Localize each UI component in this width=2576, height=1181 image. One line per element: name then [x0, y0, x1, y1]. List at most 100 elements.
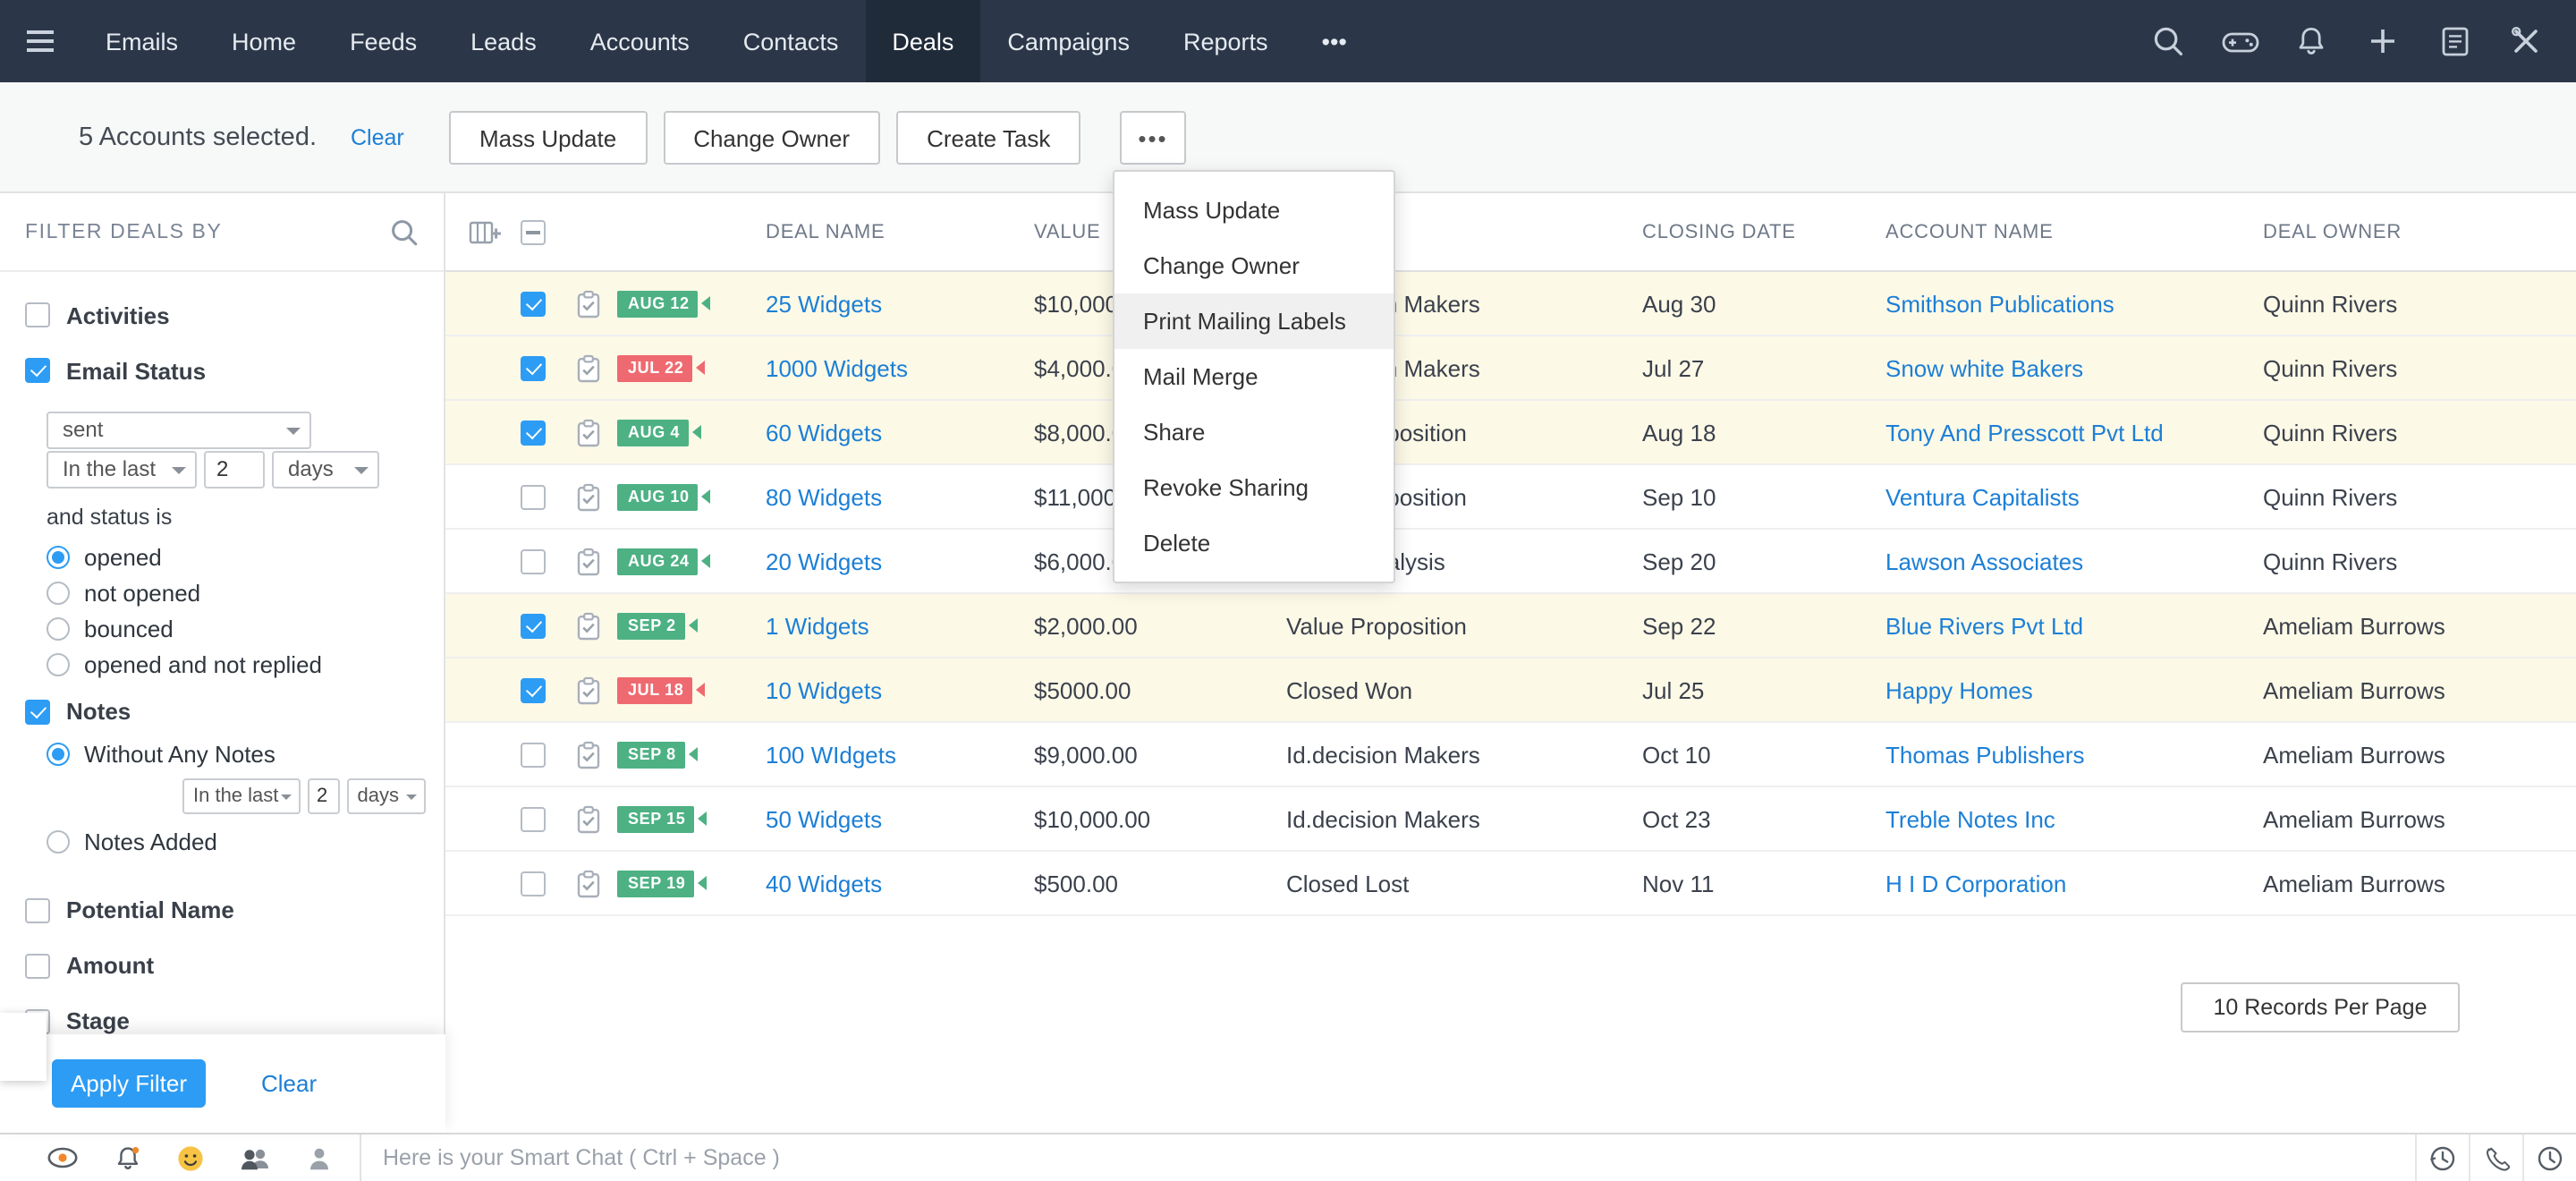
row-checkbox[interactable] [521, 291, 546, 316]
column-header-deal-name[interactable]: DEAL NAME [766, 221, 886, 242]
nav-item-leads[interactable]: Leads [444, 0, 564, 82]
menu-item-delete[interactable]: Delete [1114, 515, 1394, 571]
account-name-link[interactable]: Snow white Bakers [1885, 354, 2083, 381]
email-status-checkbox[interactable] [25, 358, 50, 383]
column-header-account-name[interactable]: ACCOUNT NAME [1885, 221, 2054, 242]
person-icon[interactable] [308, 1146, 331, 1169]
row-checkbox[interactable] [521, 484, 546, 509]
account-name-link[interactable]: Thomas Publishers [1885, 741, 2085, 768]
activities-checkbox[interactable] [25, 302, 50, 327]
nav-item-contacts[interactable]: Contacts [716, 0, 866, 82]
task-icon[interactable] [576, 418, 601, 446]
filter-stage[interactable]: Stage [25, 1007, 426, 1034]
task-icon[interactable] [576, 353, 601, 382]
deal-name-link[interactable]: 25 Widgets [766, 290, 882, 317]
notes-range-unit-select[interactable]: days [346, 777, 426, 813]
deal-name-link[interactable]: 1 Widgets [766, 612, 869, 639]
task-icon[interactable] [576, 289, 601, 318]
nav-item-accounts[interactable]: Accounts [564, 0, 716, 82]
add-column-icon[interactable] [469, 218, 501, 245]
bell-icon[interactable] [2275, 0, 2347, 82]
task-icon[interactable] [576, 740, 601, 769]
radio-option-opened-and-not-replied[interactable]: opened and not replied [47, 650, 426, 677]
filter-potential-name[interactable]: Potential Name [25, 896, 426, 923]
menu-item-print-mailing-labels[interactable]: Print Mailing Labels [1114, 293, 1394, 349]
notes-range-value-input[interactable]: 2 [308, 777, 340, 813]
nav-item-campaigns[interactable]: Campaigns [980, 0, 1157, 82]
deal-name-link[interactable]: 40 Widgets [766, 870, 882, 896]
gamepad-icon[interactable] [2204, 0, 2275, 82]
change-owner-button[interactable]: Change Owner [663, 111, 881, 165]
row-checkbox[interactable] [521, 613, 546, 638]
eye-icon[interactable] [47, 1147, 79, 1168]
account-name-link[interactable]: Ventura Capitalists [1885, 483, 2080, 510]
search-icon[interactable] [2132, 0, 2204, 82]
account-name-link[interactable]: H I D Corporation [1885, 870, 2066, 896]
potential-name-checkbox[interactable] [25, 897, 50, 922]
task-icon[interactable] [576, 547, 601, 575]
menu-item-mass-update[interactable]: Mass Update [1114, 183, 1394, 238]
notes-range-select[interactable]: In the last [182, 777, 301, 813]
filter-email-status[interactable]: Email Status [25, 357, 426, 384]
deal-name-link[interactable]: 60 Widgets [766, 419, 882, 446]
deal-name-link[interactable]: 50 Widgets [766, 805, 882, 832]
account-name-link[interactable]: Happy Homes [1885, 676, 2033, 703]
radio-option-not-opened[interactable]: not opened [47, 579, 426, 606]
select-all-checkbox[interactable] [521, 219, 546, 244]
column-header-deal-owner[interactable]: DEAL OWNER [2263, 221, 2402, 242]
history-icon[interactable] [2415, 1134, 2469, 1181]
notepad-icon[interactable] [2419, 0, 2490, 82]
task-icon[interactable] [576, 675, 601, 704]
nav-item-feeds[interactable]: Feeds [323, 0, 444, 82]
row-checkbox[interactable] [521, 871, 546, 896]
create-task-button[interactable]: Create Task [896, 111, 1081, 165]
task-icon[interactable] [576, 869, 601, 897]
radio-option-bounced[interactable]: bounced [47, 615, 426, 641]
clear-selection-link[interactable]: Clear [351, 124, 404, 149]
nav-item-home[interactable]: Home [205, 0, 323, 82]
nav-item-more[interactable]: ••• [1295, 0, 1374, 82]
email-range-select[interactable]: In the last [47, 450, 197, 488]
deal-name-link[interactable]: 10 Widgets [766, 676, 882, 703]
row-checkbox[interactable] [521, 806, 546, 831]
deal-name-link[interactable]: 1000 Widgets [766, 354, 908, 381]
column-header-value[interactable]: VALUE [1034, 221, 1101, 242]
email-status-select[interactable]: sent [47, 411, 311, 448]
tools-icon[interactable] [2490, 0, 2562, 82]
row-checkbox[interactable] [521, 548, 546, 574]
filter-notes[interactable]: Notes [25, 698, 426, 725]
deal-name-link[interactable]: 100 WIdgets [766, 741, 896, 768]
account-name-link[interactable]: Lawson Associates [1885, 548, 2083, 574]
email-range-unit-select[interactable]: days [272, 450, 379, 488]
row-checkbox[interactable] [521, 355, 546, 380]
account-name-link[interactable]: Blue Rivers Pvt Ltd [1885, 612, 2083, 639]
amount-checkbox[interactable] [25, 953, 50, 978]
task-icon[interactable] [576, 804, 601, 833]
menu-item-mail-merge[interactable]: Mail Merge [1114, 349, 1394, 404]
plus-icon[interactable] [2347, 0, 2419, 82]
menu-item-share[interactable]: Share [1114, 404, 1394, 460]
filter-activities[interactable]: Activities [25, 302, 426, 328]
notes-checkbox[interactable] [25, 699, 50, 724]
row-checkbox[interactable] [521, 677, 546, 702]
nav-item-reports[interactable]: Reports [1157, 0, 1295, 82]
deal-name-link[interactable]: 80 Widgets [766, 483, 882, 510]
mass-update-button[interactable]: Mass Update [449, 111, 648, 165]
filter-search-icon[interactable] [390, 217, 419, 246]
bell-icon[interactable] [114, 1144, 141, 1171]
smart-chat-input[interactable]: Here is your Smart Chat ( Ctrl + Space ) [383, 1145, 2415, 1170]
hamburger-menu-icon[interactable] [0, 0, 79, 82]
menu-item-change-owner[interactable]: Change Owner [1114, 238, 1394, 293]
row-checkbox[interactable] [521, 742, 546, 767]
filter-amount[interactable]: Amount [25, 952, 426, 979]
more-actions-button[interactable]: ••• [1120, 111, 1186, 165]
account-name-link[interactable]: Smithson Publications [1885, 290, 2114, 317]
filter-clear-link[interactable]: Clear [261, 1070, 317, 1097]
apply-filter-button[interactable]: Apply Filter [52, 1059, 206, 1108]
email-range-value-input[interactable]: 2 [204, 450, 265, 488]
row-checkbox[interactable] [521, 420, 546, 445]
records-per-page-select[interactable]: 10 Records Per Page [2181, 982, 2460, 1032]
column-header-closing-date[interactable]: CLOSING DATE [1642, 221, 1796, 242]
task-icon[interactable] [576, 611, 601, 640]
account-name-link[interactable]: Tony And Presscott Pvt Ltd [1885, 419, 2164, 446]
